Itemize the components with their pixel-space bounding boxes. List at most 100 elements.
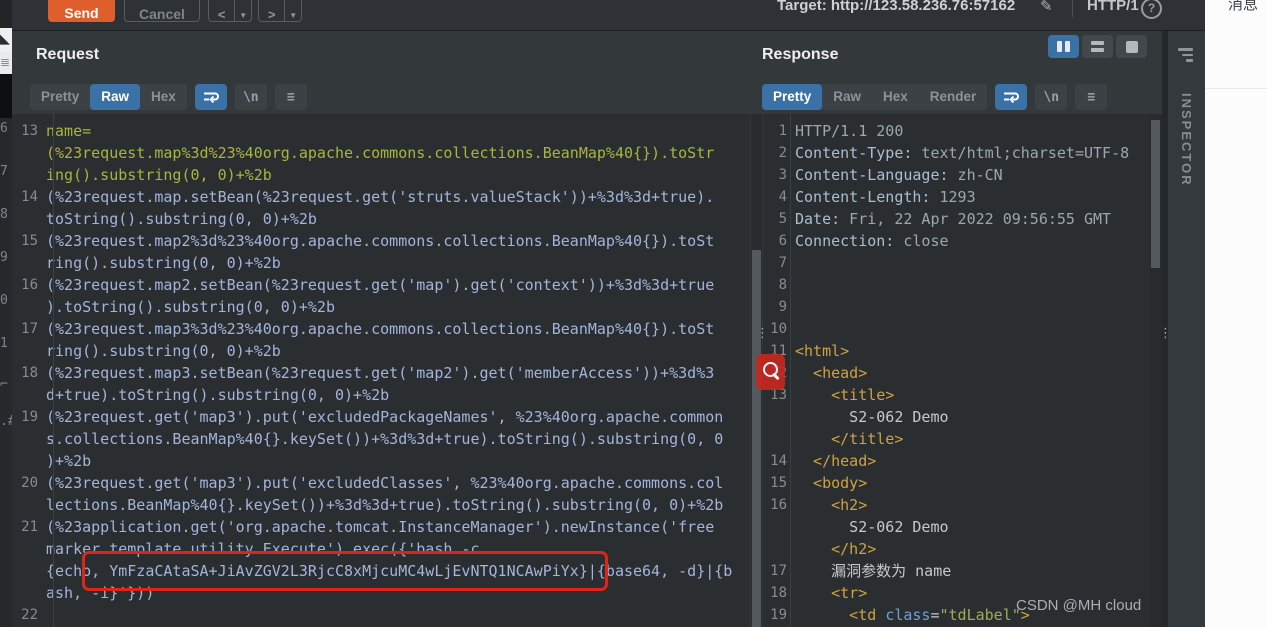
response-line: S2-062 Demo xyxy=(763,516,1150,538)
word-wrap-toggle[interactable] xyxy=(195,84,227,110)
background-strip-top xyxy=(0,0,12,28)
response-line: 16 <h2> xyxy=(763,494,1150,516)
request-line: 15(%23request.map2%3d%23%40org.apache.co… xyxy=(12,230,750,252)
background-window-strip: ◣ ≣ 678901⌐.# xyxy=(0,0,12,627)
response-line: 13 <title> xyxy=(763,384,1150,406)
response-line: </title> xyxy=(763,428,1150,450)
layout-buttons xyxy=(1048,35,1147,58)
response-line: 17 漏洞参数为 name xyxy=(763,560,1150,582)
request-line: ring().substring(0, 0)+%2b xyxy=(12,252,750,274)
target-url: Target: http://123.58.236.76:57162 xyxy=(777,0,1015,16)
background-strip-dark xyxy=(0,74,12,118)
request-line: (%23request.map%3d%23%40org.apache.commo… xyxy=(12,142,750,164)
response-line: 10 xyxy=(763,318,1150,340)
tab-raw[interactable]: Raw xyxy=(822,84,872,110)
cancel-button[interactable]: Cancel xyxy=(124,0,200,22)
response-scrollbar-thumb[interactable] xyxy=(1151,120,1160,268)
magnifier-handle xyxy=(772,373,779,380)
forward-button-group: > ▼ xyxy=(258,0,302,22)
layout-columns-button[interactable] xyxy=(1048,35,1079,58)
response-line: 2Content-Type: text/html;charset=UTF-8 xyxy=(763,142,1150,164)
tab-raw[interactable]: Raw xyxy=(90,84,140,110)
request-lines: 13name=(%23request.map%3d%23%40org.apach… xyxy=(12,114,750,626)
request-line: ).toString().substring(0, 0)+%2b xyxy=(12,296,750,318)
request-line: lections.BeanMap%40{}.keySet())+%3d%3d+t… xyxy=(12,494,750,516)
request-line: 21(%23application.get('org.apache.tomcat… xyxy=(12,516,750,538)
back-dropdown[interactable]: ▼ xyxy=(234,0,251,21)
payload-highlight-box xyxy=(82,551,608,591)
show-newlines-toggle-response[interactable]: \n xyxy=(1035,84,1067,110)
show-newlines-toggle[interactable]: \n xyxy=(235,84,267,110)
http-version-label[interactable]: HTTP/1 xyxy=(1087,0,1139,16)
inspector-label: INSPECTOR xyxy=(1179,93,1194,187)
response-line: 12 <head> xyxy=(763,362,1150,384)
background-fragment: 9 xyxy=(0,250,12,266)
request-gutter-divider xyxy=(53,114,54,627)
request-menu-button[interactable]: ≡ xyxy=(275,84,307,110)
response-left-handle-dots[interactable]: ⋮ xyxy=(756,331,762,337)
response-line: 8 xyxy=(763,274,1150,296)
request-line: 17(%23request.map3%3d%23%40org.apache.co… xyxy=(12,318,750,340)
layout-rows-button[interactable] xyxy=(1082,35,1113,58)
response-line: 6Connection: close xyxy=(763,230,1150,252)
tab-hex[interactable]: Hex xyxy=(140,84,187,110)
request-line: toString().substring(0, 0)+%2b xyxy=(12,208,750,230)
response-line: 3Content-Language: zh-CN xyxy=(763,164,1150,186)
background-fragment: 8 xyxy=(0,207,12,223)
request-line: 22 xyxy=(12,604,750,626)
forward-button[interactable]: > xyxy=(259,0,284,21)
background-fragment: 6 xyxy=(0,121,12,137)
request-scrollbar-thumb[interactable] xyxy=(752,250,761,627)
layout-single-button[interactable] xyxy=(1116,35,1147,58)
response-line: </h2> xyxy=(763,538,1150,560)
background-fragment: 0 xyxy=(0,293,12,309)
side-panel-divider xyxy=(1205,88,1267,89)
response-line: 9 xyxy=(763,296,1150,318)
response-panel-title: Response xyxy=(762,46,838,64)
request-panel-title: Request xyxy=(36,46,99,64)
response-editor[interactable]: 1HTTP/1.1 2002Content-Type: text/html;ch… xyxy=(763,114,1150,627)
request-line: d+true).toString().substring(0, 0)+%2b xyxy=(12,384,750,406)
request-line: s.collections.BeanMap%40{}.keySet())+%3d… xyxy=(12,428,750,450)
toolbar-divider xyxy=(1072,0,1073,17)
request-line: 13name= xyxy=(12,120,750,142)
pen-icon: ◣ xyxy=(0,28,12,52)
help-icon[interactable]: ? xyxy=(1141,0,1162,19)
tab-pretty[interactable]: Pretty xyxy=(762,84,822,110)
request-tab-group: PrettyRawHex xyxy=(30,84,187,110)
response-gutter-divider xyxy=(790,114,791,627)
request-line: 16(%23request.map2.setBean(%23request.ge… xyxy=(12,274,750,296)
response-line: 5Date: Fri, 22 Apr 2022 09:56:55 GMT xyxy=(763,208,1150,230)
response-line: 15 <body> xyxy=(763,472,1150,494)
forward-dropdown[interactable]: ▼ xyxy=(284,0,301,21)
back-button-group: < ▼ xyxy=(208,0,252,22)
tab-pretty[interactable]: Pretty xyxy=(30,84,90,110)
back-button[interactable]: < xyxy=(209,0,234,21)
magnifier-annotation-icon xyxy=(756,354,785,390)
background-fragment: 7 xyxy=(0,164,12,180)
response-tab-group: PrettyRawHexRender xyxy=(762,84,987,110)
response-tabs: PrettyRawHexRender \n ≡ xyxy=(762,84,1107,110)
side-panel: 消息 xyxy=(1205,0,1267,627)
inspector-bar[interactable]: INSPECTOR xyxy=(1168,31,1205,627)
inspector-filter-icon xyxy=(1178,48,1193,62)
edit-target-icon[interactable]: ✎ xyxy=(1040,0,1053,15)
request-line: 19(%23request.get('map3').put('excludedP… xyxy=(12,406,750,428)
background-fragment: ⌐ xyxy=(0,377,12,393)
request-line: ring().substring(0, 0)+%2b xyxy=(12,340,750,362)
word-wrap-toggle-response[interactable] xyxy=(995,84,1027,110)
response-line: 14 </head> xyxy=(763,450,1150,472)
tab-hex[interactable]: Hex xyxy=(872,84,919,110)
request-line: )+%2b xyxy=(12,450,750,472)
messages-menu-item[interactable]: 消息 xyxy=(1228,0,1258,14)
response-right-handle-dots[interactable]: ⋮ xyxy=(1159,331,1165,337)
repeater-toolbar: Send Cancel < ▼ > ▼ Target: http://123.5… xyxy=(12,0,1205,31)
request-line: 18(%23request.map3.setBean(%23request.ge… xyxy=(12,362,750,384)
request-line: 20(%23request.get('map3').put('excludedC… xyxy=(12,472,750,494)
response-scrollbar[interactable] xyxy=(1150,114,1162,627)
send-button[interactable]: Send xyxy=(48,0,115,22)
tab-render[interactable]: Render xyxy=(919,84,988,110)
response-menu-button[interactable]: ≡ xyxy=(1075,84,1107,110)
response-lines: 1HTTP/1.1 2002Content-Type: text/html;ch… xyxy=(763,114,1150,626)
background-fragment: .# xyxy=(0,414,12,430)
